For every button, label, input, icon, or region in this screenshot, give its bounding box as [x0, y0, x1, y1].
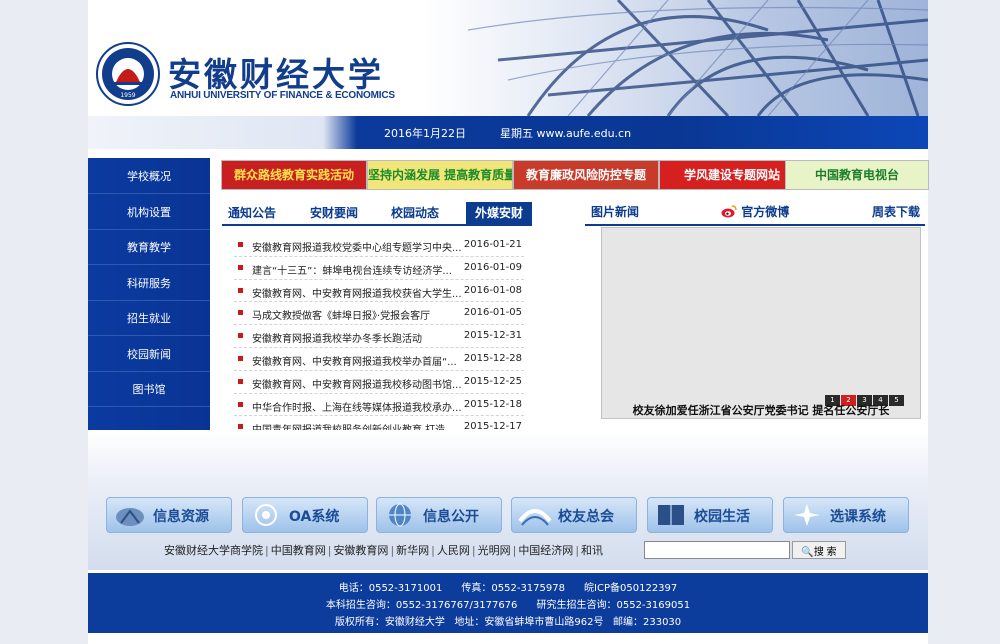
banner-education-tv[interactable]: 中国教育电视台 [785, 160, 929, 190]
footer: 电话：0552-3171001 传真：0552-3175978 皖ICP备050… [88, 573, 928, 633]
bullet-icon [238, 355, 243, 361]
sidebar-nav: 学校概况 机构设置 教育教学 科研服务 招生就业 校园新闻 图书馆 [88, 158, 210, 460]
news-item[interactable]: 马成文教授做客《蚌埠日报》·党报会客厅 2016-01-05 [234, 302, 524, 326]
news-list: 安徽教育网报道我校党委中心组专题学习中央... 2016-01-21 建言“十三五… [234, 234, 524, 440]
right-panel-tabs: 图片新闻 官方微博 周表下载 [585, 200, 925, 226]
quick-link-alumni[interactable]: 校友总会 [511, 497, 637, 533]
bullet-icon [238, 378, 243, 384]
bullet-icon [238, 242, 243, 247]
tab-photo-news[interactable]: 图片新闻 [591, 203, 639, 220]
footer-contact-line: 电话：0552-3171001 传真：0552-3175978 皖ICP备050… [338, 583, 678, 594]
banner-education-quality[interactable]: 坚持内涵发展 提高教育质量 [367, 160, 513, 190]
news-item[interactable]: 建言“十三五”：蚌埠电视台连续专访经济学... 2016-01-09 [234, 257, 524, 280]
banner-mass-line[interactable]: 群众路线教育实践活动 [221, 160, 367, 190]
banner-study-style[interactable]: 学风建设专题网站 [659, 160, 805, 190]
tab-official-weibo[interactable]: 官方微博 [721, 203, 789, 220]
link-hexun[interactable]: 和讯 [581, 544, 603, 557]
ribbon-icon [518, 509, 552, 526]
quick-link-info-disclosure[interactable]: 信息公开 [376, 497, 502, 533]
link-guangming[interactable]: 光明网 [478, 544, 511, 557]
svg-text:1959: 1959 [120, 92, 135, 99]
footer-admissions-line: 本科招生咨询：0552-3176767/3177676 研究生招生咨询：0552… [325, 600, 691, 611]
tab-campus-dynamics[interactable]: 校园动态 [385, 202, 445, 224]
book-icon [658, 505, 684, 525]
satellite-dish-icon [116, 508, 144, 526]
news-item[interactable]: 安徽教育网、中安教育网报道我校举办首届“... 2015-12-28 [234, 348, 524, 371]
weekday-and-url: 星期五 www.aufe.edu.cn [500, 127, 632, 140]
bullet-icon [238, 424, 243, 430]
sparkle-icon [794, 504, 820, 526]
bullet-icon [238, 401, 243, 407]
weibo-icon [721, 205, 737, 218]
sidebar-item-library[interactable]: 图书馆 [88, 373, 210, 407]
network-icon [255, 504, 277, 526]
header: 1959 安徽财经大学 ANHUI UNIVERSITY OF FINANCE … [88, 0, 928, 116]
globe-icon [389, 503, 411, 527]
university-emblem-logo: 1959 [96, 42, 160, 106]
search-icon: 🔍 [801, 546, 814, 558]
quick-link-course-selection[interactable]: 选课系统 [783, 497, 909, 533]
search-button[interactable]: 🔍搜 索 [792, 541, 846, 559]
date-bar: 2016年1月22日 星期五 www.aufe.edu.cn [88, 116, 928, 149]
link-xinhua[interactable]: 新华网 [396, 544, 429, 557]
site-name-english: ANHUI UNIVERSITY OF FINANCE & ECONOMICS [170, 90, 395, 101]
photo-pager: 12345 [824, 391, 904, 406]
news-item[interactable]: 安徽教育网报道我校举办冬季长跑活动 2015-12-31 [234, 325, 524, 348]
sidebar-item-education[interactable]: 教育教学 [88, 231, 210, 265]
sidebar-item-research[interactable]: 科研服务 [88, 267, 210, 301]
link-business-school[interactable]: 安徽财经大学商学院 [164, 544, 263, 557]
photo-caption[interactable]: 校友徐加爱任浙江省公安厅党委书记 提名任公安厅长 [601, 402, 921, 418]
current-date: 2016年1月22日 [384, 127, 466, 140]
bullet-icon [238, 287, 243, 293]
tab-weekly-download[interactable]: 周表下载 [872, 203, 920, 220]
quick-link-campus-life[interactable]: 校园生活 [647, 497, 773, 533]
page: 1959 安徽财经大学 ANHUI UNIVERSITY OF FINANCE … [88, 0, 929, 644]
bullet-icon [238, 264, 243, 270]
footer-copyright-line: 版权所有：安徽财经大学 地址：安徽省蚌埠市曹山路962号 邮编：233030 [334, 617, 682, 628]
sidebar-item-campus-news[interactable]: 校园新闻 [88, 338, 210, 372]
site-name-chinese: 安徽财经大学 [168, 55, 384, 94]
news-item[interactable]: 安徽教育网、中安教育网报道我校获省大学生... 2016-01-08 [234, 280, 524, 303]
quick-link-info-resources[interactable]: 信息资源 [106, 497, 232, 533]
sidebar-item-about[interactable]: 学校概况 [88, 160, 210, 194]
link-edu-cn[interactable]: 中国教育网 [271, 544, 326, 557]
sidebar-item-departments[interactable]: 机构设置 [88, 196, 210, 230]
news-item[interactable]: 中华合作时报、上海在线等媒体报道我校承办... 2015-12-18 [234, 394, 524, 417]
friend-links: 安徽财经大学商学院 | 中国教育网 | 安徽教育网 | 新华网 | 人民网 | 光明网 | 中国经济网 |… [164, 544, 604, 557]
sidebar-item-admissions[interactable]: 招生就业 [88, 302, 210, 336]
banner-integrity[interactable]: 教育廉政风险防控专题 [513, 160, 659, 190]
news-item[interactable]: 安徽教育网、中安教育网报道我校移动图书馆... 2015-12-25 [234, 371, 524, 394]
bullet-icon [238, 310, 243, 316]
quick-link-oa-system[interactable]: OA系统 [242, 497, 368, 533]
tab-headlines[interactable]: 安财要闻 [304, 202, 364, 224]
tab-media-coverage[interactable]: 外媒安财 [466, 202, 532, 224]
link-people[interactable]: 人民网 [437, 544, 470, 557]
tab-notices[interactable]: 通知公告 [222, 202, 282, 224]
link-anhui-edu[interactable]: 安徽教育网 [333, 544, 388, 557]
link-ce-cn[interactable]: 中国经济网 [518, 544, 573, 557]
news-tabs: 通知公告 安财要闻 校园动态 外媒安财 [222, 200, 532, 226]
news-item[interactable]: 安徽教育网报道我校党委中心组专题学习中央... 2016-01-21 [234, 234, 524, 257]
header-architecture-graphic [468, 0, 928, 116]
weibo-label[interactable]: 官方微博 [741, 205, 789, 219]
bullet-icon [238, 333, 243, 339]
search-input[interactable] [644, 541, 790, 559]
